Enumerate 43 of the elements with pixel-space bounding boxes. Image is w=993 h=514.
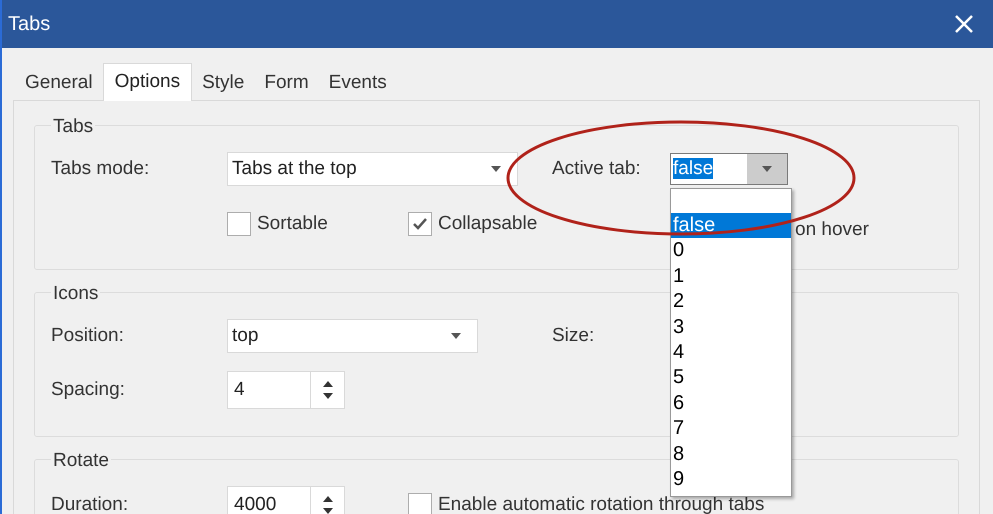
checkbox-label: on hover <box>795 219 869 240</box>
checkbox-label: Enable automatic rotation through tabs <box>438 492 764 514</box>
dropdown-option[interactable]: 2 <box>671 289 791 315</box>
checkbox-label: Collapsable <box>438 212 538 236</box>
field-label: Active tab: <box>552 158 641 179</box>
field-label: Position: <box>51 324 125 348</box>
down-arrow-icon[interactable] <box>322 393 332 399</box>
spinner-field[interactable]: 4 <box>227 371 345 409</box>
dropdown[interactable]: false <box>670 153 788 185</box>
field-label: Spacing: <box>51 378 126 402</box>
tab[interactable]: Style <box>192 66 254 100</box>
caret-icon <box>491 166 501 172</box>
caret-icon <box>762 166 772 172</box>
field-label: Tabs mode: <box>51 156 150 181</box>
tab[interactable]: Form <box>254 66 319 100</box>
dropdown-option[interactable]: 4 <box>671 340 791 366</box>
caret-icon <box>451 333 461 339</box>
checkbox-label: Sortable <box>257 212 328 236</box>
checkbox[interactable] <box>408 212 432 236</box>
dropdown-option[interactable]: 7 <box>671 416 791 442</box>
dropdown-option[interactable]: 6 <box>671 390 791 416</box>
checkbox[interactable] <box>408 493 432 514</box>
tab[interactable]: Options <box>102 63 192 101</box>
dropdown-option[interactable]: 1 <box>671 264 791 290</box>
dropdown-option[interactable]: 3 <box>671 314 791 340</box>
field-label: Size: <box>552 324 594 348</box>
dropdown[interactable]: Tabs at the top <box>227 152 518 186</box>
tab[interactable]: Events <box>318 66 397 100</box>
check-icon <box>413 218 427 230</box>
dropdown[interactable]: top <box>227 319 478 353</box>
dropdown-option[interactable]: 8 <box>671 442 791 467</box>
up-arrow-icon[interactable] <box>322 496 332 502</box>
dropdown-option[interactable]: 5 <box>671 365 791 391</box>
dropdown-option[interactable]: 0 <box>671 238 791 264</box>
tab[interactable]: General <box>15 66 103 100</box>
window-title: Tabs <box>8 12 50 37</box>
field-label: Duration: <box>51 492 130 514</box>
down-arrow-icon[interactable] <box>322 508 332 514</box>
checkbox[interactable] <box>227 212 251 236</box>
up-arrow-icon[interactable] <box>322 381 332 387</box>
spinner-field[interactable]: 4000 <box>227 486 345 514</box>
close-icon[interactable] <box>955 15 973 33</box>
dropdown-option[interactable]: 9 <box>671 466 791 492</box>
